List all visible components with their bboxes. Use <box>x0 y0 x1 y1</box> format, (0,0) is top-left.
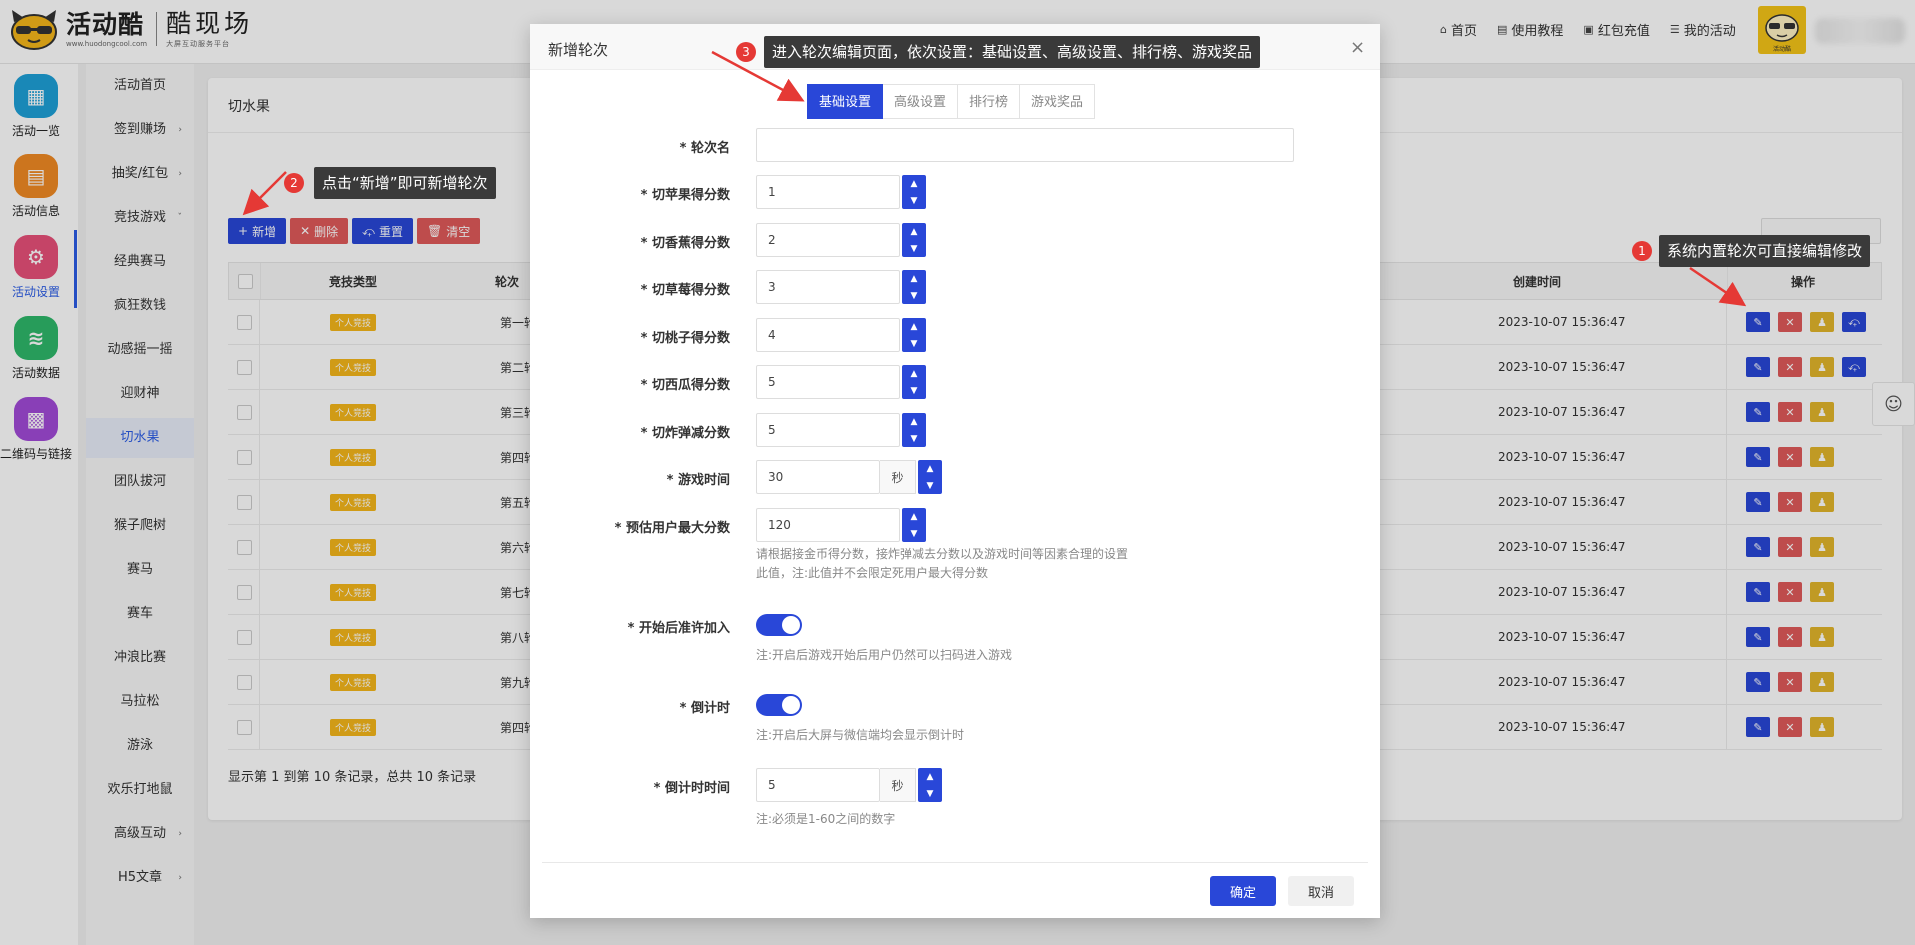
hint-line: 此值，注:此值并不会限定死用户最大得分数 <box>756 566 989 580</box>
chevron-down-icon: ▼ <box>910 528 918 539</box>
chevron-up-icon: ▲ <box>926 463 934 474</box>
chevron-up-icon: ▲ <box>910 416 918 427</box>
round-name-input[interactable] <box>756 128 1294 162</box>
chevron-up-icon: ▲ <box>926 771 934 782</box>
divider <box>542 862 1368 863</box>
number-stepper[interactable]: ▲ ▼ <box>918 768 942 802</box>
chevron-up-icon: ▲ <box>910 368 918 379</box>
chevron-up-icon: ▲ <box>910 226 918 237</box>
field-label: * 切草莓得分数 <box>640 283 730 298</box>
field-label: * 切桃子得分数 <box>640 331 730 346</box>
chevron-down-icon: ▼ <box>910 195 918 206</box>
field-label: * 切香蕉得分数 <box>640 236 730 251</box>
unit-addon: 秒 <box>880 768 916 802</box>
hint-text: 注:必须是1-60之间的数字 <box>756 812 896 826</box>
confirm-button[interactable]: 确定 <box>1210 876 1276 906</box>
hint-text: 请根据接金币得分数，接炸弹减去分数以及游戏时间等因素合理的设置 此值，注:此值并… <box>756 545 1128 583</box>
chevron-up-icon: ▲ <box>910 273 918 284</box>
chevron-up-icon: ▲ <box>910 178 918 189</box>
field-label: * 开始后准许加入 <box>627 621 730 636</box>
field-label: * 切苹果得分数 <box>640 188 730 203</box>
add-round-dialog: 新增轮次 × 基础设置 高级设置 排行榜 游戏奖品 * 轮次名 * 切苹果得分数… <box>530 24 1380 918</box>
annotation-callout-3: 进入轮次编辑页面，依次设置：基础设置、高级设置、排行榜、游戏奖品 <box>764 36 1261 68</box>
tab-leaderboard[interactable]: 排行榜 <box>958 84 1021 119</box>
number-stepper[interactable]: ▲ ▼ <box>902 175 926 209</box>
field-label: * 倒计时 <box>679 701 730 716</box>
chevron-up-icon: ▲ <box>910 511 918 522</box>
close-icon[interactable]: × <box>1350 37 1365 58</box>
tab-basic[interactable]: 基础设置 <box>807 84 884 119</box>
field-label: * 轮次名 <box>679 141 730 156</box>
number-stepper[interactable]: ▲ ▼ <box>902 413 926 447</box>
number-stepper[interactable]: ▲ ▼ <box>902 270 926 304</box>
number-stepper[interactable]: ▲ ▼ <box>902 318 926 352</box>
number-stepper[interactable]: ▲ ▼ <box>902 223 926 257</box>
bomb-penalty-input[interactable]: 5 <box>756 413 900 447</box>
hint-text: 注:开启后游戏开始后用户仍然可以扫码进入游戏 <box>756 648 1013 662</box>
chevron-down-icon: ▼ <box>926 788 934 799</box>
dialog-title: 新增轮次 <box>548 41 609 59</box>
tab-prizes[interactable]: 游戏奖品 <box>1020 84 1096 119</box>
countdown-time-input[interactable]: 5 <box>756 768 880 802</box>
field-label: * 切西瓜得分数 <box>640 378 730 393</box>
number-stepper[interactable]: ▲ ▼ <box>918 460 942 494</box>
annotation-badge-3: 3 <box>736 42 756 62</box>
field-label: * 预估用户最大分数 <box>614 521 730 536</box>
number-stepper[interactable]: ▲ ▼ <box>902 365 926 399</box>
field-label: * 切炸弹减分数 <box>640 426 730 441</box>
chevron-down-icon: ▼ <box>910 338 918 349</box>
chevron-down-icon: ▼ <box>910 243 918 254</box>
chevron-up-icon: ▲ <box>910 321 918 332</box>
strawberry-score-input[interactable]: 3 <box>756 270 900 304</box>
annotation-callout-2: 点击“新增”即可新增轮次 <box>314 167 496 199</box>
number-stepper[interactable]: ▲ ▼ <box>902 508 926 542</box>
watermelon-score-input[interactable]: 5 <box>756 365 900 399</box>
chevron-down-icon: ▼ <box>910 290 918 301</box>
annotation-badge-2: 2 <box>284 173 304 193</box>
banana-score-input[interactable]: 2 <box>756 223 900 257</box>
field-label: * 游戏时间 <box>666 473 730 488</box>
allow-join-toggle[interactable] <box>756 614 802 636</box>
annotation-callout-1: 系统内置轮次可直接编辑修改 <box>1659 235 1871 267</box>
hint-text: 注:开启后大屏与微信端均会显示倒计时 <box>756 728 965 742</box>
chevron-down-icon: ▼ <box>910 385 918 396</box>
hint-line: 请根据接金币得分数，接炸弹减去分数以及游戏时间等因素合理的设置 <box>756 547 1129 561</box>
game-time-input[interactable]: 30 <box>756 460 880 494</box>
unit-addon: 秒 <box>880 460 916 494</box>
apple-score-input[interactable]: 1 <box>756 175 900 209</box>
annotation-badge-1: 1 <box>1632 241 1652 261</box>
peach-score-input[interactable]: 4 <box>756 318 900 352</box>
field-label: * 倒计时时间 <box>653 781 730 796</box>
cancel-button[interactable]: 取消 <box>1288 876 1354 906</box>
countdown-toggle[interactable] <box>756 694 802 716</box>
chevron-down-icon: ▼ <box>926 480 934 491</box>
tab-advanced[interactable]: 高级设置 <box>883 84 959 119</box>
dialog-tabs: 基础设置 高级设置 排行榜 游戏奖品 <box>807 84 1096 119</box>
max-score-input[interactable]: 120 <box>756 508 900 542</box>
chevron-down-icon: ▼ <box>910 433 918 444</box>
